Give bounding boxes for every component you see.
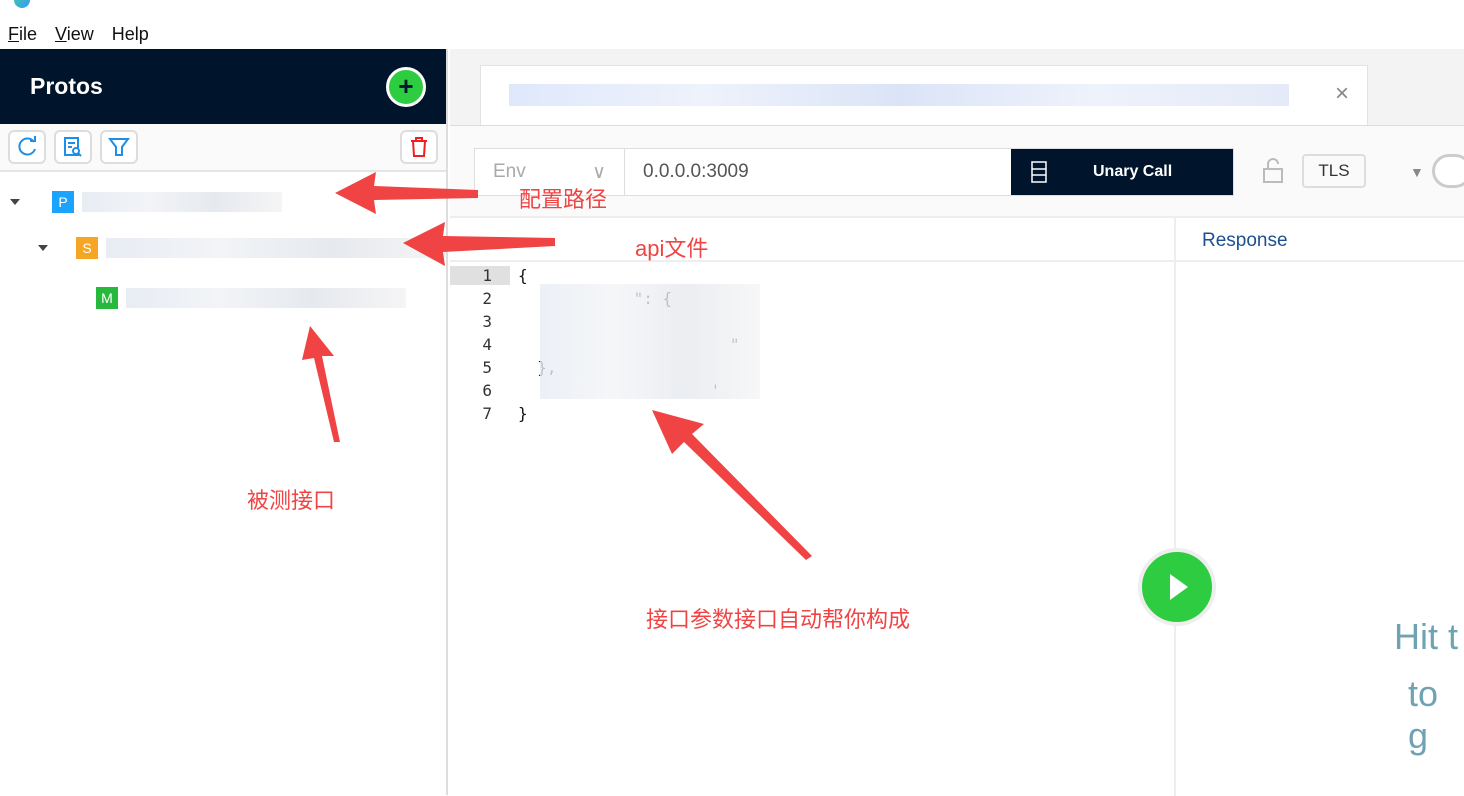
menu-view[interactable]: View [55,24,94,45]
tree-item-service[interactable]: S [38,237,446,259]
request-panel: Env ∨ 0.0.0.0:3009 Unary Call TLS ▼ Respo… [450,125,1464,796]
annotation-params: 接口参数接口自动帮你构成 [646,607,911,632]
app-logo [14,0,30,8]
proto-tag: P [52,191,74,213]
service-tag: S [76,237,98,259]
caret-down-icon[interactable]: ▼ [1410,164,1424,180]
sidebar-header: Protos + [0,49,446,124]
caret-down-icon[interactable] [38,245,48,251]
response-hint: Hit t [1394,616,1459,657]
filter-button[interactable] [100,130,138,164]
method-name [126,288,406,308]
refresh-icon [18,136,36,156]
method-tag: M [96,287,118,309]
sidebar: Protos + P S M [0,49,448,795]
editor-panes: Response 1{ 2 ": { 3 4 " 5 }, 6 ' 7} Hit… [450,218,1464,796]
request-tab[interactable]: × [480,65,1368,125]
run-button[interactable] [1138,548,1216,626]
caret-down-icon[interactable] [10,199,20,205]
toggle-switch[interactable] [1432,154,1464,188]
annotation-api: api文件 [635,236,709,261]
service-name [106,238,446,258]
file-search-icon [64,137,82,157]
add-proto-button[interactable]: + [386,66,426,107]
plus-icon: + [398,70,414,101]
line-number: 2 [482,289,492,308]
pane-divider[interactable] [1174,218,1176,796]
tree-item-proto[interactable]: P [10,191,282,213]
sidebar-toolbar [0,124,446,172]
line-number: 4 [482,335,492,354]
play-icon [1170,574,1188,600]
sidebar-title: Protos [30,73,103,99]
code-line: { [518,266,528,285]
title-bar [0,0,1464,20]
menu-bar: File View Help [0,20,1464,48]
code-line: } [518,404,528,423]
line-number: 7 [482,404,492,423]
tls-button[interactable]: TLS [1302,154,1366,188]
line-number: 1 [450,266,510,285]
main-area: × Env ∨ 0.0.0.0:3009 Unary Call TLS ▼ Res… [450,49,1464,796]
chevron-down-icon: ∨ [592,161,606,183]
server-icon [1031,161,1047,183]
close-icon[interactable]: × [1335,80,1349,108]
menu-help[interactable]: Help [112,24,149,45]
response-hint: to g [1408,673,1439,756]
tree-item-method[interactable]: M [96,287,406,309]
request-editor[interactable]: 1{ 2 ": { 3 4 " 5 }, 6 ' 7} [450,264,1174,425]
line-number: 3 [482,312,492,331]
delete-button[interactable] [400,130,438,164]
call-type-button[interactable]: Unary Call [1011,149,1233,195]
line-number: 5 [482,358,492,377]
annotation-method: 被测接口 [247,488,336,513]
env-placeholder: Env [493,161,526,182]
annotation-path: 配置路径 [519,187,608,212]
call-type-label: Unary Call [1093,163,1173,180]
tab-title [509,84,1289,106]
trash-icon [411,137,427,157]
filter-icon [108,138,130,156]
refresh-button[interactable] [8,130,46,164]
response-label: Response [1202,230,1288,251]
address-input[interactable]: 0.0.0.0:3009 [625,149,1011,195]
unlock-icon[interactable] [1262,158,1284,184]
line-number: 6 [482,381,492,400]
pane-header: Response [450,218,1464,262]
menu-file[interactable]: File [8,24,37,45]
blurred-content [540,284,760,399]
proto-name [82,192,282,212]
file-search-button[interactable] [54,130,92,164]
